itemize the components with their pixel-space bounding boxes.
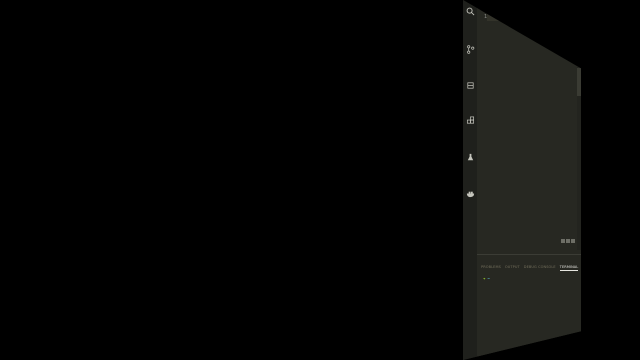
split-terminal-icon[interactable] (561, 238, 565, 243)
editor-tab[interactable] (477, 0, 513, 10)
debug-icon[interactable] (465, 80, 475, 90)
panel-tabs: PROBLEMS OUTPUT DEBUG CONSOLE TERMINAL (481, 263, 579, 271)
line-number: 1 (483, 14, 487, 20)
current-line-highlight (487, 13, 578, 21)
tab-debug-console[interactable]: DEBUG CONSOLE (524, 263, 556, 271)
activity-bar (463, 0, 477, 360)
terminal-line: ➜ ~ (483, 275, 579, 282)
search-icon[interactable] (465, 6, 475, 16)
file-icon (479, 4, 482, 7)
editor-scrollbar-thumb[interactable] (577, 68, 581, 96)
docker-icon[interactable] (465, 188, 475, 198)
tab-terminal[interactable]: TERMINAL (559, 263, 579, 271)
source-control-icon[interactable] (465, 44, 475, 54)
trash-icon[interactable] (566, 238, 570, 243)
panel-actions (561, 237, 577, 244)
terminal-folder: ~ (487, 276, 490, 281)
desktop-background: 1 PROBLEMS OUTPUT DEBUG CONSOLE TERMINAL… (0, 0, 640, 360)
bottom-panel: PROBLEMS OUTPUT DEBUG CONSOLE TERMINAL ➜… (477, 238, 581, 360)
tab-output[interactable]: OUTPUT (505, 263, 520, 271)
tab-problems[interactable]: PROBLEMS (481, 263, 501, 271)
close-panel-icon[interactable] (571, 238, 575, 243)
editor-scrollbar[interactable] (577, 20, 581, 250)
terminal-prompt: ➜ (483, 276, 486, 281)
editor-window: 1 PROBLEMS OUTPUT DEBUG CONSOLE TERMINAL… (463, 0, 581, 360)
remote-icon[interactable] (465, 152, 475, 162)
extensions-icon[interactable] (465, 115, 475, 125)
editor-tab-strip (477, 0, 581, 10)
terminal-output[interactable]: ➜ ~ (483, 275, 579, 360)
